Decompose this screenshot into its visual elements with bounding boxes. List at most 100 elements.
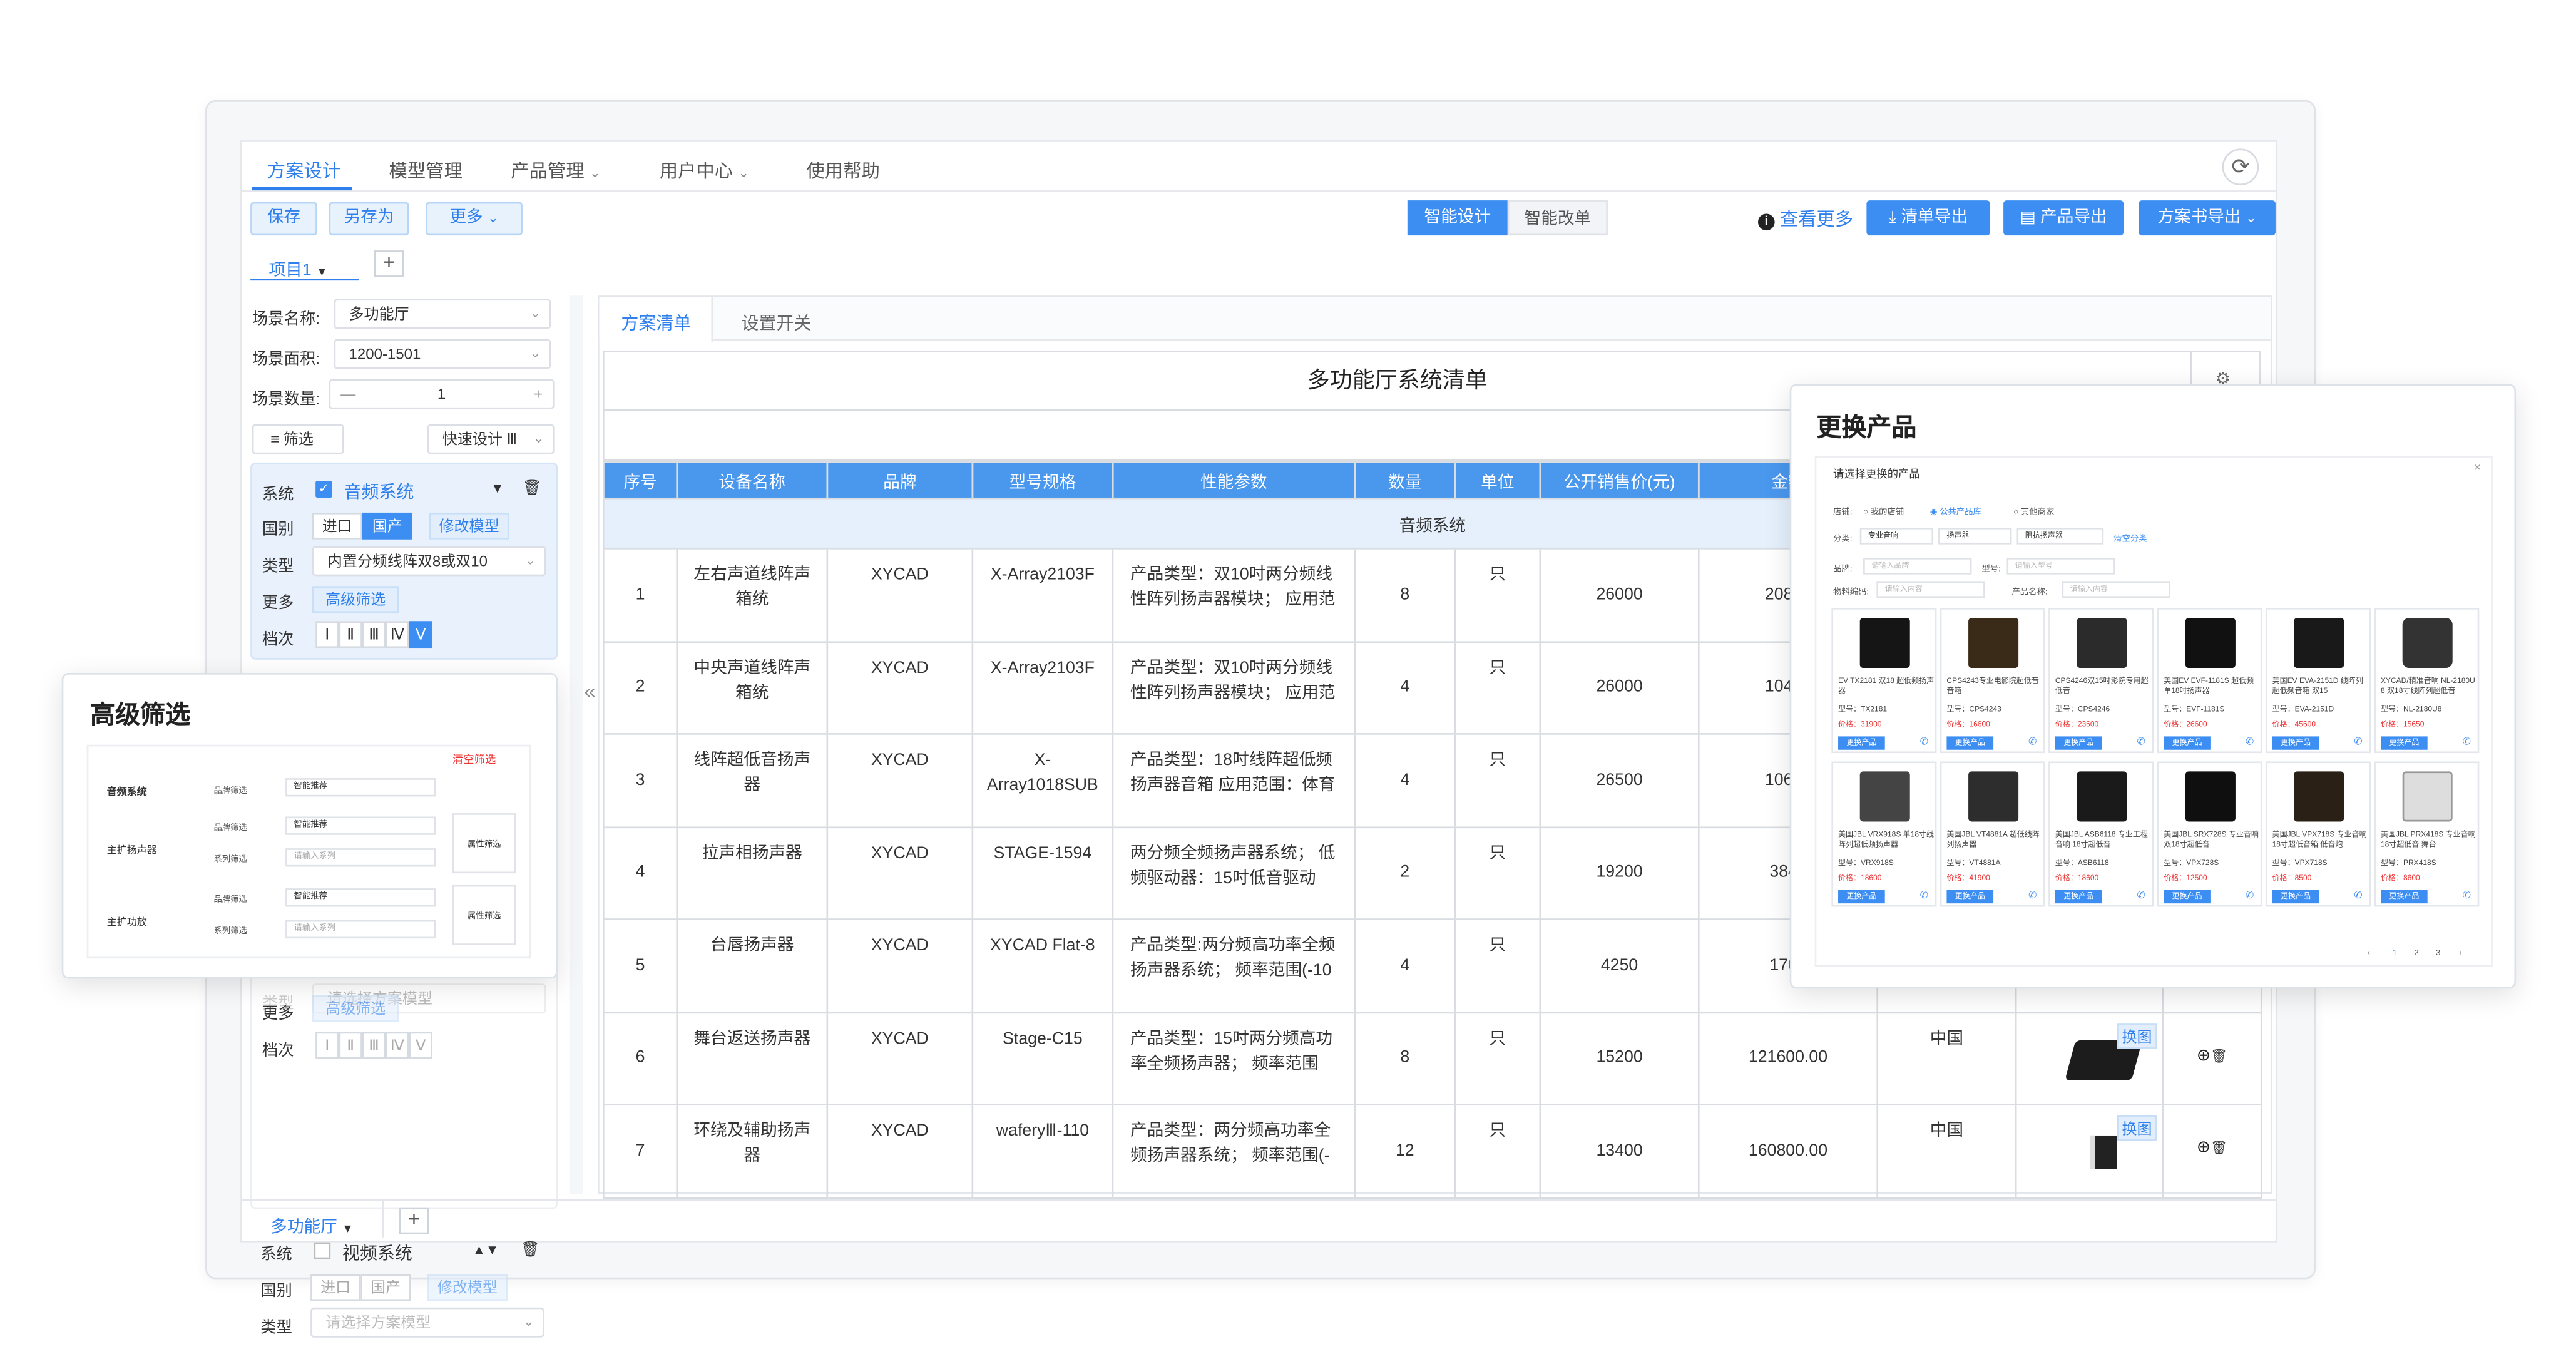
product-card[interactable]: 美国JBL PRX418S 专业音响 18寸超低音 舞台 型号：PRX418S 价格… — [2374, 761, 2480, 907]
quick-design-select[interactable]: 快速设计 Ⅲ ⌄ — [427, 424, 555, 454]
phone-icon[interactable]: ✆ — [2354, 736, 2362, 748]
grade-3[interactable]: Ⅲ — [362, 1032, 386, 1059]
export-products-button[interactable]: ▤ 产品导出 — [2003, 200, 2124, 236]
type-select[interactable]: 内置分频线阵双8或双10 ⌄ — [312, 546, 546, 577]
scene-area-select[interactable]: 1200-1501 ⌄ — [334, 339, 551, 369]
nav-tab-model-mgmt[interactable]: 模型管理 — [389, 157, 463, 184]
product-card[interactable]: XYCAD/精准音响 NL-2180U 8 双18寸线阵列超低音 型号：NL-21… — [2374, 608, 2480, 754]
nav-tab-user-center[interactable]: 用户中心 ⌄ — [660, 157, 749, 184]
next-page-icon[interactable]: › — [2459, 948, 2461, 958]
country-import[interactable]: 进口 — [312, 512, 362, 540]
product-card[interactable]: 美国JBL VPX718S 专业音响 18寸超低音箱 低音炮 型号：VPX718S… — [2265, 761, 2371, 907]
country-import[interactable]: 进口 — [310, 1274, 361, 1301]
grade-1[interactable]: Ⅰ — [315, 621, 339, 649]
brand-filter-select[interactable]: 智能推荐 — [285, 816, 436, 835]
store-option-others[interactable]: ○ 其他商家 — [2013, 506, 2054, 518]
more-dropdown[interactable]: 更多 ⌄ — [426, 202, 523, 236]
attr-filter-button[interactable]: 属性筛选 — [452, 885, 516, 945]
replace-product-button[interactable]: 更换产品 — [2164, 736, 2211, 750]
grade-3[interactable]: Ⅲ — [362, 621, 386, 649]
minus-icon[interactable]: — — [340, 381, 355, 408]
grade-4[interactable]: Ⅳ — [386, 1032, 409, 1059]
product-card[interactable]: 美国JBL VRX918S 单18寸线阵列超低频扬声器 型号：VRX918S 价格：… — [1831, 761, 1937, 907]
plus-icon[interactable]: + — [534, 381, 543, 408]
phone-icon[interactable]: ✆ — [2028, 890, 2037, 901]
save-as-button[interactable]: 另存为 — [329, 202, 409, 236]
close-icon[interactable]: × — [2474, 463, 2481, 474]
product-card[interactable]: 美国EV EVF-1181S 超低频单18吋扬声器 型号：EVF-1181S 价格：… — [2157, 608, 2262, 754]
type-select[interactable]: 请选择方案模型 ⌄ — [310, 1307, 544, 1338]
nav-tab-help[interactable]: 使用帮助 — [806, 157, 879, 184]
store-option-public[interactable]: ◉ 公共产品库 — [1930, 506, 1981, 518]
trash-icon[interactable]: 🗑 — [523, 479, 542, 498]
smart-modify-button[interactable]: 智能改单 — [1507, 200, 1608, 236]
grade-2[interactable]: Ⅱ — [339, 621, 362, 649]
sort-icon[interactable]: ▲▼ — [473, 1243, 499, 1258]
modify-model-button[interactable]: 修改模型 — [429, 512, 509, 540]
product-card[interactable]: EV TX2181 双18 超低频扬声器 型号：TX2181 价格：31900 更换产… — [1831, 608, 1937, 754]
smart-design-button[interactable]: 智能设计 — [1407, 200, 1508, 236]
add-project-button[interactable]: + — [374, 250, 404, 277]
category-select-2[interactable]: 扬声器 — [1938, 527, 2012, 545]
product-card[interactable]: 美国EV EVA-2151D 线阵列超低频音箱 双15 型号：EVA-2151D 价… — [2265, 608, 2371, 754]
project-tab[interactable]: 项目1 ▼ — [268, 255, 327, 280]
left-scrollbar[interactable] — [569, 295, 583, 1194]
attr-filter-button[interactable]: 属性筛选 — [452, 813, 516, 874]
replace-product-button[interactable]: 更换产品 — [1946, 890, 1994, 904]
grade-2[interactable]: Ⅱ — [339, 1032, 362, 1059]
export-plan-button[interactable]: 方案书导出 ⌄ — [2139, 200, 2276, 236]
phone-icon[interactable]: ✆ — [2246, 736, 2254, 748]
grade-1[interactable]: Ⅰ — [315, 1032, 339, 1059]
phone-icon[interactable]: ✆ — [2028, 736, 2037, 748]
advanced-filter-button[interactable]: 高级筛选 — [312, 586, 399, 613]
phone-icon[interactable]: ✆ — [2354, 890, 2362, 901]
product-card[interactable]: 美国JBL VT4881A 超低线阵列扬声器 型号：VT4881A 价格：41900… — [1940, 761, 2045, 907]
replace-product-button[interactable]: 更换产品 — [2272, 736, 2319, 750]
clear-filter-link[interactable]: 清空筛选 — [452, 750, 496, 767]
change-image-button[interactable]: 换图 — [2117, 1115, 2157, 1141]
caret-down-icon[interactable]: ▼ — [491, 481, 504, 496]
country-domestic[interactable]: 国产 — [362, 512, 412, 540]
product-card[interactable]: CPS4243专业电影院超低音音箱 型号：CPS4243 价格：16600 更换产品 ✆ — [1940, 608, 2045, 754]
video-system-checkbox[interactable] — [314, 1242, 331, 1259]
brand-filter-select[interactable]: 智能推荐 — [285, 888, 436, 907]
add-icon[interactable]: ⊕ — [2197, 1046, 2211, 1064]
view-more-link[interactable]: i 查看更多 — [1757, 205, 1853, 232]
add-scene-button[interactable]: + — [399, 1207, 429, 1234]
trash-icon[interactable]: 🗑 — [2211, 1048, 2227, 1063]
product-card[interactable]: 美国JBL SRX728S 专业音响 双18寸超低音 型号：VPX728S 价格：1… — [2157, 761, 2262, 907]
product-card[interactable]: 美国JBL ASB6118 专业工程音响 18寸超低音 型号：ASB6118 价格：… — [2048, 761, 2154, 907]
clear-category-link[interactable]: 清空分类 — [2113, 533, 2147, 545]
page-1[interactable]: 1 — [2393, 948, 2397, 958]
replace-product-button[interactable]: 更换产品 — [2055, 890, 2102, 904]
phone-icon[interactable]: ✆ — [2137, 890, 2145, 901]
model-input[interactable]: 请输入型号 — [2006, 557, 2115, 575]
collapse-icon[interactable]: « — [585, 680, 596, 703]
replace-product-button[interactable]: 更换产品 — [2055, 736, 2102, 750]
prev-page-icon[interactable]: ‹ — [2368, 948, 2370, 958]
phone-icon[interactable]: ✆ — [2463, 736, 2471, 748]
category-select-3[interactable]: 阻抗扬声器 — [2016, 527, 2104, 545]
change-image-button[interactable]: 换图 — [2117, 1022, 2157, 1048]
country-domestic[interactable]: 国产 — [360, 1274, 411, 1301]
brand-filter-select[interactable]: 智能推荐 — [285, 778, 436, 797]
add-icon[interactable]: ⊕ — [2197, 1139, 2211, 1157]
product-name-input[interactable]: 请输入内容 — [2062, 581, 2170, 598]
refresh-icon[interactable]: ⟳ — [2222, 148, 2259, 186]
series-filter-input[interactable]: 请输入系列 — [285, 848, 436, 867]
filter-button[interactable]: ≡ 筛选 — [252, 424, 344, 454]
brand-input[interactable]: 请输入品牌 — [1863, 557, 1972, 575]
replace-product-button[interactable]: 更换产品 — [1838, 736, 1885, 750]
replace-product-button[interactable]: 更换产品 — [1838, 890, 1885, 904]
phone-icon[interactable]: ✆ — [1920, 890, 1928, 901]
audio-system-checkbox[interactable]: ✓ — [315, 481, 332, 498]
export-list-button[interactable]: ⤓ 清单导出 — [1866, 200, 1990, 236]
page-2[interactable]: 2 — [2414, 948, 2418, 958]
product-card[interactable]: CPS4246双15吋影院专用超低音 型号：CPS4246 价格：23600 更换产品… — [2048, 608, 2154, 754]
modify-model-button[interactable]: 修改模型 — [427, 1274, 508, 1301]
nav-tab-plan-design[interactable]: 方案设计 — [267, 157, 340, 184]
replace-product-button[interactable]: 更换产品 — [2380, 890, 2428, 904]
phone-icon[interactable]: ✆ — [2137, 736, 2145, 748]
replace-product-button[interactable]: 更换产品 — [2164, 890, 2211, 904]
material-input[interactable]: 请输入内容 — [1876, 581, 1985, 598]
